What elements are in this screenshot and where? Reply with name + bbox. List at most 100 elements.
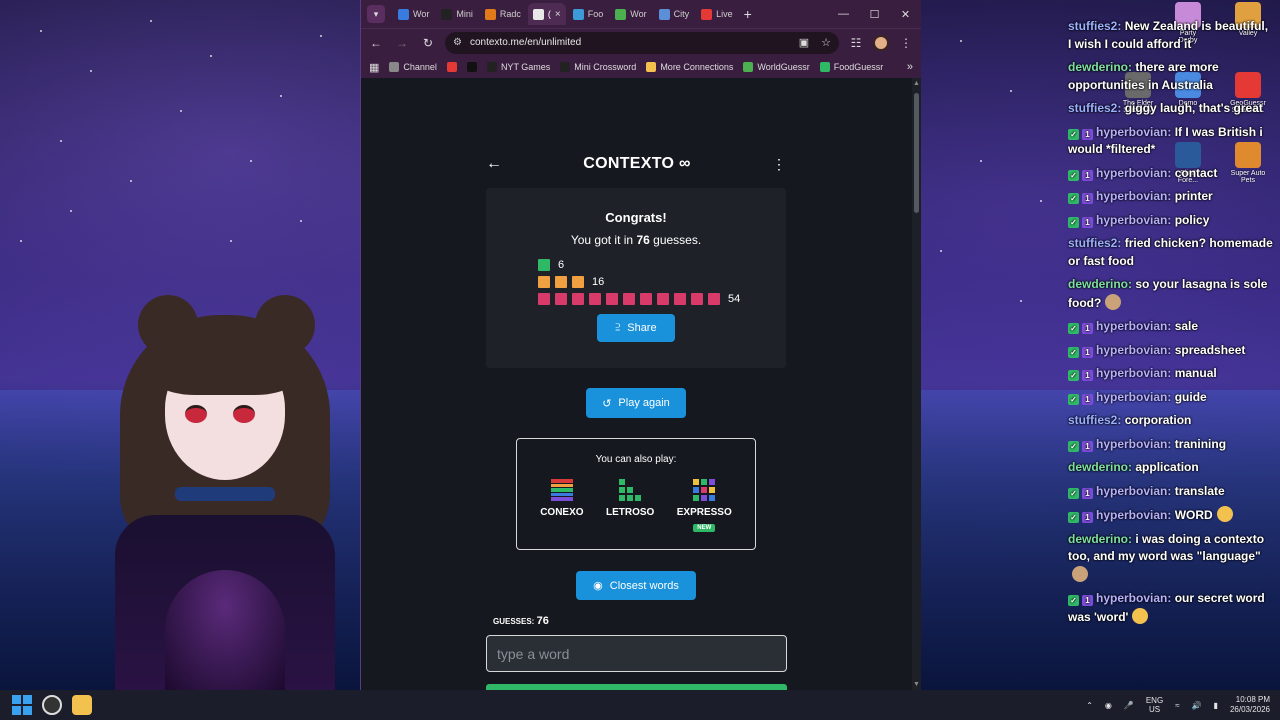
browser-menu-icon[interactable]: ⋮ [897,36,915,50]
share-button[interactable]: ⫆ Share [597,314,675,342]
kebab-menu-icon[interactable]: ⋮ [772,156,786,173]
forward-icon[interactable]: → [393,36,411,50]
chat-username[interactable]: hyperbovian [1096,189,1167,203]
chat-message: ✓ 1 hyperbovian: translate [1068,483,1273,501]
distribution-square [606,292,618,305]
browser-tab[interactable]: Wor [610,3,651,25]
chat-text: translate [1174,483,1225,498]
chat-message: ✓ 1 hyperbovian: spreadsheet [1068,342,1273,360]
play-again-button[interactable]: ↺ Play again [586,388,686,418]
bookmark-item[interactable]: NYT Games [486,62,550,72]
chat-username[interactable]: hyperbovian [1096,484,1167,498]
browser-tab[interactable]: City [654,3,695,25]
chat-username[interactable]: stuffies2 [1068,413,1117,427]
verified-badge-icon: ✓ [1068,216,1079,228]
network-icon[interactable]: ◉ [1105,701,1112,710]
browser-tab[interactable]: Wor [393,3,434,25]
clock[interactable]: 10:08 PM 26/03/2026 [1230,695,1270,715]
chat-username[interactable]: dewderino [1068,277,1128,291]
chat-username[interactable]: hyperbovian [1096,213,1167,227]
tab-favicon-icon [441,8,453,20]
bookmark-item[interactable]: Channel [389,62,437,72]
chat-text: printer [1174,189,1213,203]
chat-username[interactable]: hyperbovian [1096,366,1167,380]
chat-username[interactable]: dewderino [1068,460,1128,474]
bookmark-label: FoodGuessr [833,62,884,72]
tab-favicon-icon [572,8,584,20]
chat-username[interactable]: dewderino [1068,532,1128,546]
site-info-icon[interactable]: ⚙ [453,37,462,48]
volume-icon[interactable]: 🔊 [1192,701,1202,710]
bookmark-item[interactable] [446,62,457,72]
verified-badge-icon: ✓ [1068,370,1079,381]
chat-text: contact [1174,165,1218,180]
distribution-square [555,292,567,305]
chat-username[interactable]: stuffies2 [1068,19,1117,33]
browser-tab[interactable]: Foo [568,3,609,25]
chat-username[interactable]: hyperbovian [1096,166,1167,180]
microphone-icon[interactable]: 🎤 [1124,701,1134,710]
close-tab-icon[interactable]: × [555,9,561,20]
game-link-expresso[interactable]: EXPRESSO NEW [677,479,732,532]
distribution-count: 6 [558,258,565,271]
subscriber-badge-icon: 1 [1082,595,1093,606]
apps-icon[interactable]: ▦ [369,61,379,74]
bookmark-item[interactable]: FoodGuessr [819,62,884,72]
close-window-button[interactable]: ✕ [890,8,921,21]
url-text[interactable]: contexto.me/en/unlimited [470,37,581,48]
game-link-letroso[interactable]: LETROSO [606,479,654,532]
show-hidden-icons[interactable]: ⌃ [1086,701,1093,710]
bookmark-item[interactable]: More Connections [646,62,733,72]
tab-label: Live [716,9,733,19]
cast-icon[interactable]: ▣ [799,36,809,49]
language-indicator[interactable]: ENG US [1146,696,1163,714]
browser-tab[interactable]: Live [696,3,738,25]
subscriber-badge-icon: 1 [1082,393,1093,405]
chat-username[interactable]: hyperbovian [1096,343,1167,357]
bookmark-item[interactable]: Mini Crossword [560,62,636,72]
back-arrow-icon[interactable]: ← [486,155,502,173]
wifi-icon[interactable]: ≈ [1175,701,1179,710]
scroll-down-icon[interactable]: ▼ [912,681,921,688]
chat-text: spreadsheet [1174,342,1246,357]
chat-username[interactable]: hyperbovian [1096,390,1167,404]
chat-username[interactable]: hyperbovian [1096,125,1167,139]
word-input[interactable] [486,635,787,672]
verified-badge-icon: ✓ [1068,595,1079,606]
chat-username[interactable]: dewderino [1068,60,1128,74]
start-button[interactable] [12,695,32,715]
share-icon: ⫆ [615,321,621,334]
page-scrollbar[interactable]: ▲ ▼ [912,78,921,690]
reload-icon[interactable]: ↻ [419,36,437,50]
minimize-button[interactable]: — [828,8,859,21]
obs-app-icon[interactable] [42,695,62,715]
chat-username[interactable]: hyperbovian [1096,437,1167,451]
back-icon[interactable]: ← [367,36,385,50]
chat-username[interactable]: hyperbovian [1096,508,1167,522]
browser-tab[interactable]: (× [527,3,566,25]
chat-username[interactable]: hyperbovian [1096,319,1167,333]
scroll-up-icon[interactable]: ▲ [912,80,921,87]
omnibox[interactable]: ⚙ contexto.me/en/unlimited ▣ ☆ [445,31,839,54]
chat-username[interactable]: hyperbovian [1096,591,1167,605]
bookmark-item[interactable]: WorldGuessr [743,62,810,72]
chat-username[interactable]: stuffies2 [1068,101,1117,115]
chat-message: stuffies2: giggy laugh, that's great [1068,101,1263,115]
bookmark-favicon-icon [646,62,657,72]
maximize-button[interactable]: ☐ [859,8,890,21]
bookmark-star-icon[interactable]: ☆ [821,36,831,49]
tab-search-button[interactable]: ▾ [367,5,385,23]
new-tab-button[interactable]: + [744,6,752,22]
browser-tab[interactable]: Radc [480,3,526,25]
chat-username[interactable]: stuffies2 [1068,236,1117,250]
extensions-icon[interactable]: ☷ [847,36,865,50]
browser-tab[interactable]: Mini [436,3,478,25]
battery-icon[interactable]: ▮ [1214,701,1218,710]
game-link-conexo[interactable]: CONEXO [540,479,584,532]
closest-words-button[interactable]: ◉ Closest words [576,571,696,600]
chat-message: ✓ 1 hyperbovian: tranining [1068,436,1273,454]
file-explorer-icon[interactable] [72,695,92,715]
bookmark-item[interactable] [466,62,477,72]
profile-avatar[interactable] [873,34,889,51]
more-bookmarks-icon[interactable]: » [907,61,913,73]
